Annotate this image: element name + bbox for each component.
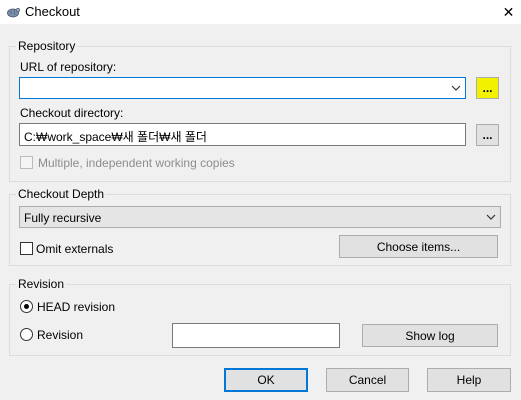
repository-group-label: Repository xyxy=(16,39,78,53)
tortoise-icon xyxy=(7,7,20,18)
omit-externals-checkbox[interactable] xyxy=(20,242,33,255)
multiple-label: Multiple, independent working copies xyxy=(38,156,235,170)
checkout-depth-group-label: Checkout Depth xyxy=(16,187,107,201)
head-revision-label: HEAD revision xyxy=(37,300,116,314)
revision-input[interactable] xyxy=(172,323,340,348)
help-button[interactable]: Help xyxy=(427,368,511,392)
window-title: Checkout xyxy=(25,4,80,19)
url-label: URL of repository: xyxy=(20,60,117,74)
chevron-down-icon xyxy=(451,85,461,91)
omit-externals-label: Omit externals xyxy=(36,242,114,256)
cancel-button[interactable]: Cancel xyxy=(326,368,409,392)
revision-group-label: Revision xyxy=(16,277,67,291)
checkout-dir-value: C:₩work_space₩새 폴더₩새 폴더 xyxy=(24,130,207,144)
checkout-dir-input[interactable]: C:₩work_space₩새 폴더₩새 폴더 xyxy=(19,123,466,146)
multiple-checkbox[interactable] xyxy=(20,156,33,169)
choose-items-button[interactable]: Choose items... xyxy=(339,235,498,258)
revision-label: Revision xyxy=(37,328,84,342)
checkout-dir-browse-button[interactable]: ... xyxy=(476,124,499,146)
radio-selected-dot xyxy=(24,304,29,309)
depth-selected: Fully recursive xyxy=(24,211,102,225)
head-revision-radio[interactable] xyxy=(20,300,33,313)
ok-button[interactable]: OK xyxy=(224,368,308,392)
revision-radio[interactable] xyxy=(20,328,33,341)
checkout-dir-label: Checkout directory: xyxy=(20,106,124,120)
close-button[interactable]: ✕ xyxy=(496,0,521,24)
depth-select[interactable]: Fully recursive xyxy=(19,206,501,228)
close-icon: ✕ xyxy=(502,3,515,20)
url-browse-button[interactable]: ... xyxy=(476,77,499,99)
show-log-button[interactable]: Show log xyxy=(362,324,498,347)
chevron-down-icon xyxy=(486,214,496,220)
url-combobox[interactable] xyxy=(19,77,466,99)
